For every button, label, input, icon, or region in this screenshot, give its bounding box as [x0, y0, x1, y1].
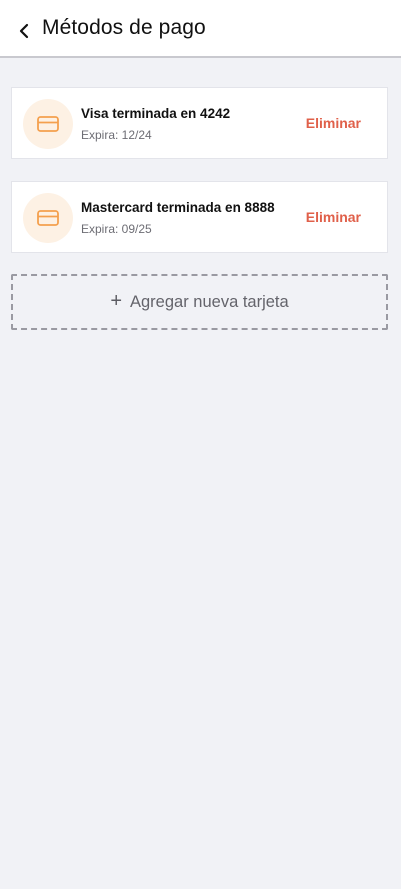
back-button[interactable]: [14, 19, 34, 43]
add-card-button[interactable]: + Agregar nueva tarjeta: [11, 274, 388, 330]
app-header: Métodos de pago: [0, 0, 401, 58]
card-icon-badge: [23, 193, 73, 243]
card-name: Visa terminada en 4242: [81, 106, 231, 121]
card-expiry: Expira: 12/24: [81, 128, 152, 142]
card-expiry: Expira: 09/25: [81, 222, 152, 236]
payment-card-item: Mastercard terminada en 8888 Expira: 09/…: [11, 181, 388, 253]
credit-card-icon: [37, 210, 59, 226]
add-card-label: Agregar nueva tarjeta: [130, 292, 289, 311]
card-icon-badge: [23, 99, 73, 149]
payment-card-item: Visa terminada en 4242 Expira: 12/24 Eli…: [11, 87, 388, 159]
page-title: Métodos de pago: [42, 16, 206, 39]
credit-card-icon: [37, 116, 59, 132]
plus-icon: +: [110, 290, 122, 312]
chevron-left-icon: [19, 23, 29, 39]
delete-card-button[interactable]: Eliminar: [306, 115, 361, 131]
delete-card-button[interactable]: Eliminar: [306, 209, 361, 225]
card-name: Mastercard terminada en 8888: [81, 200, 275, 215]
